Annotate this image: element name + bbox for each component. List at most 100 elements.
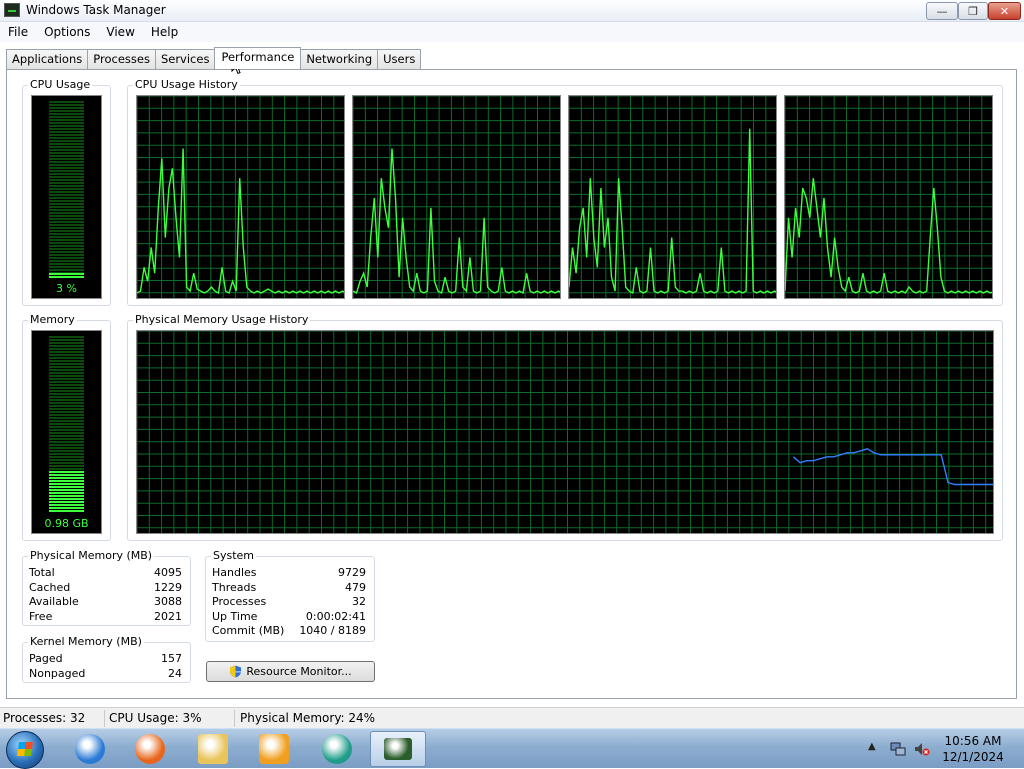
cpu-core-2-graph — [568, 95, 777, 299]
tab-strip: Applications Processes Services Performa… — [6, 47, 422, 69]
show-hidden-icons-icon[interactable]: ▲ — [868, 741, 876, 752]
pm-label-total: Total — [29, 566, 55, 579]
status-bar: Processes: 32 CPU Usage: 3% Physical Mem… — [0, 707, 1024, 728]
tab-performance[interactable]: Performance — [214, 47, 302, 69]
maximize-button[interactable]: ❐ — [958, 2, 988, 20]
sys-row-processes: Processes 32 — [212, 595, 366, 610]
sys-label-commit: Commit (MB) — [212, 624, 285, 637]
sys-value-commit: 1040 / 8189 — [299, 624, 366, 637]
sys-row-threads: Threads 479 — [212, 581, 366, 596]
performance-panel: CPU Usage 3 % CPU Usage History Memory 0… — [6, 69, 1017, 699]
series-line — [785, 178, 992, 294]
pm-label-cached: Cached — [29, 581, 71, 594]
cpu-core-3-graph — [784, 95, 993, 299]
task-manager-icon — [4, 3, 20, 17]
pm-value-available: 3088 — [154, 595, 182, 608]
resource-monitor-button[interactable]: Resource Monitor... — [206, 661, 375, 682]
cpu-meter-background — [49, 101, 84, 278]
pm-value-free: 2021 — [154, 610, 182, 623]
km-label-nonpaged: Nonpaged — [29, 667, 86, 680]
physical-memory-title: Physical Memory (MB) — [28, 549, 155, 562]
cpu-usage-value: 3 % — [56, 282, 77, 295]
status-physical-memory: Physical Memory: 24% — [240, 711, 376, 725]
status-separator — [104, 710, 105, 727]
tab-users[interactable]: Users — [377, 49, 422, 69]
pm-value-cached: 1229 — [154, 581, 182, 594]
taskbar-globe-app[interactable] — [309, 731, 365, 767]
sys-row-commit: Commit (MB) 1040 / 8189 — [212, 624, 366, 639]
system-clock[interactable]: 10:56 AM 12/1/2024 — [937, 733, 1009, 765]
km-row-paged: Paged 157 — [29, 652, 182, 667]
resource-monitor-label: Resource Monitor... — [246, 665, 352, 678]
task-manager-icon — [384, 738, 412, 760]
taskbar: ▲ 10:56 AM 12/1/2024 — [0, 728, 1024, 769]
km-value-paged: 157 — [161, 652, 182, 665]
title-bar: Windows Task Manager — ❐ ✕ — [0, 0, 1024, 22]
pm-row-available: Available 3088 — [29, 595, 182, 610]
menu-view[interactable]: View — [98, 25, 142, 39]
tab-services[interactable]: Services — [154, 49, 216, 69]
pm-label-available: Available — [29, 595, 79, 608]
network-icon[interactable] — [890, 741, 906, 757]
window-title: Windows Task Manager — [26, 3, 166, 17]
taskbar-internet-explorer[interactable] — [62, 731, 118, 767]
globe-app-icon — [322, 734, 352, 764]
cpu-core-0-graph — [136, 95, 345, 299]
sys-label-processes: Processes — [212, 595, 267, 608]
menu-bar: File Options View Help — [0, 22, 1024, 42]
memory-meter: 0.98 GB — [31, 330, 102, 534]
tab-networking[interactable]: Networking — [300, 49, 379, 69]
status-processes: Processes: 32 — [3, 711, 86, 725]
cpu-history-group: CPU Usage History — [127, 78, 1003, 306]
firefox-icon — [135, 734, 165, 764]
pm-value-total: 4095 — [154, 566, 182, 579]
cpu-history-title: CPU Usage History — [133, 78, 240, 91]
sys-value-threads: 479 — [345, 581, 366, 594]
taskbar-file-explorer[interactable] — [185, 731, 241, 767]
sys-value-handles: 9729 — [338, 566, 366, 579]
sys-label-handles: Handles — [212, 566, 257, 579]
memory-history-group: Physical Memory Usage History — [127, 313, 1003, 541]
cpu-usage-title: CPU Usage — [28, 78, 93, 91]
pm-row-cached: Cached 1229 — [29, 581, 182, 596]
tab-processes[interactable]: Processes — [87, 49, 156, 69]
start-button[interactable] — [6, 731, 44, 769]
taskbar-firefox[interactable] — [122, 731, 178, 767]
media-player-icon — [259, 734, 289, 764]
kernel-memory-title: Kernel Memory (MB) — [28, 635, 144, 648]
km-row-nonpaged: Nonpaged 24 — [29, 667, 182, 682]
pm-label-free: Free — [29, 610, 53, 623]
status-cpu-usage: CPU Usage: 3% — [109, 711, 202, 725]
sys-label-uptime: Up Time — [212, 610, 258, 623]
menu-file[interactable]: File — [0, 25, 36, 39]
taskbar-media-player[interactable] — [246, 731, 302, 767]
memory-title: Memory — [28, 313, 77, 326]
cpu-meter-fill — [49, 273, 84, 278]
km-label-paged: Paged — [29, 652, 63, 665]
folder-icon — [198, 734, 228, 764]
sys-value-uptime: 0:00:02:41 — [305, 610, 366, 623]
internet-explorer-icon — [75, 734, 105, 764]
sys-value-processes: 32 — [352, 595, 366, 608]
memory-group: Memory 0.98 GB — [22, 313, 111, 541]
clock-time: 10:56 AM — [944, 734, 1002, 748]
km-value-nonpaged: 24 — [168, 667, 182, 680]
cpu-usage-meter: 3 % — [31, 95, 102, 299]
memory-meter-fill — [49, 471, 84, 513]
memory-history-graph — [136, 330, 994, 534]
volume-muted-icon[interactable] — [914, 741, 930, 757]
shield-icon — [230, 665, 242, 678]
kernel-memory-group: Kernel Memory (MB) Paged 157 Nonpaged 24 — [22, 635, 191, 683]
tab-applications[interactable]: Applications — [6, 49, 89, 69]
memory-usage-value: 0.98 GB — [44, 517, 89, 530]
close-button[interactable]: ✕ — [988, 2, 1021, 20]
sys-label-threads: Threads — [212, 581, 257, 594]
clock-date: 12/1/2024 — [942, 750, 1004, 764]
menu-options[interactable]: Options — [36, 25, 98, 39]
cpu-usage-group: CPU Usage 3 % — [22, 78, 111, 306]
minimize-button[interactable]: — — [926, 2, 958, 20]
menu-help[interactable]: Help — [143, 25, 186, 39]
sys-row-handles: Handles 9729 — [212, 566, 366, 581]
physical-memory-group: Physical Memory (MB) Total 4095 Cached 122… — [22, 549, 191, 626]
taskbar-task-manager[interactable] — [370, 731, 426, 767]
